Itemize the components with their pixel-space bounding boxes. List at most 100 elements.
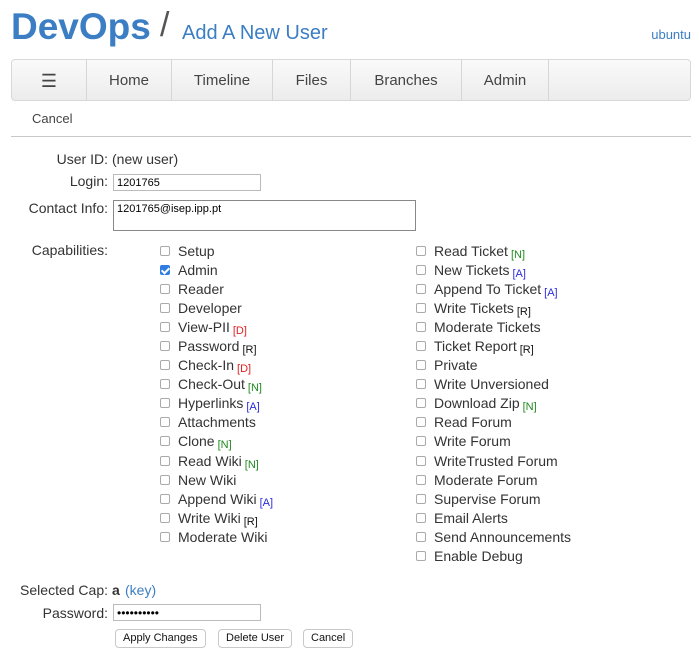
- nav-files[interactable]: Files: [273, 60, 351, 100]
- capability-checkbox[interactable]: [160, 512, 170, 523]
- capability-checkbox[interactable]: [416, 531, 426, 542]
- capability-moderate-tickets[interactable]: Moderate Tickets: [416, 317, 571, 336]
- capabilities-label: Capabilities:: [31, 242, 108, 258]
- password-label: Password:: [42, 605, 108, 621]
- capability-private[interactable]: Private: [416, 356, 571, 375]
- capability-tag: [A]: [544, 286, 558, 299]
- capability-checkbox[interactable]: [416, 474, 426, 485]
- capability-checkbox[interactable]: [160, 531, 170, 542]
- capability-write-unversioned[interactable]: Write Unversioned: [416, 375, 571, 394]
- capability-checkbox[interactable]: [160, 245, 170, 256]
- capability-checkbox[interactable]: [416, 512, 426, 523]
- capability-moderate-forum[interactable]: Moderate Forum: [416, 470, 571, 489]
- capability-label: Read Wiki: [178, 452, 242, 469]
- capability-checkbox[interactable]: [416, 551, 426, 562]
- capability-password[interactable]: Password [R]: [160, 336, 273, 356]
- capability-checkbox[interactable]: [160, 360, 170, 371]
- capability-label: New Wiki: [178, 471, 237, 488]
- capability-checkbox[interactable]: [416, 341, 426, 352]
- capability-label: Append To Ticket: [434, 280, 542, 297]
- capability-supervise-forum[interactable]: Supervise Forum: [416, 489, 571, 508]
- capability-hyperlinks[interactable]: Hyperlinks [A]: [160, 394, 273, 413]
- selected-cap-label: Selected Cap:: [20, 582, 108, 598]
- capability-checkbox[interactable]: [160, 302, 170, 313]
- user-id-label: User ID:: [56, 151, 108, 167]
- submenu-cancel-link[interactable]: Cancel: [32, 111, 72, 126]
- capability-check-out[interactable]: Check-Out [N]: [160, 375, 273, 394]
- capability-label: WriteTrusted Forum: [434, 452, 558, 469]
- capability-checkbox[interactable]: [160, 341, 170, 352]
- capability-checkbox[interactable]: [416, 417, 426, 428]
- capability-checkbox[interactable]: [160, 493, 170, 504]
- hamburger-menu-icon[interactable]: ☰: [12, 60, 87, 100]
- capability-checkbox[interactable]: [416, 455, 426, 466]
- app-logo[interactable]: DevOps: [11, 6, 151, 48]
- capability-checkbox[interactable]: [416, 360, 426, 371]
- nav-admin[interactable]: Admin: [462, 60, 549, 100]
- delete-user-button[interactable]: Delete User: [218, 629, 293, 648]
- password-input[interactable]: [113, 604, 261, 621]
- capability-checkbox[interactable]: [160, 283, 170, 294]
- capability-developer[interactable]: Developer: [160, 298, 273, 317]
- capability-new-tickets[interactable]: New Tickets [A]: [416, 260, 571, 280]
- capability-checkbox[interactable]: [160, 436, 170, 447]
- capability-checkbox[interactable]: [160, 264, 170, 275]
- capability-label: Clone: [178, 433, 215, 450]
- nav-timeline[interactable]: Timeline: [172, 60, 273, 100]
- capability-checkbox[interactable]: [416, 436, 426, 447]
- capability-check-in[interactable]: Check-In [D]: [160, 356, 273, 375]
- capability-attachments[interactable]: Attachments: [160, 413, 273, 432]
- capability-tag: [N]: [247, 382, 262, 395]
- capability-checkbox[interactable]: [416, 302, 426, 313]
- capability-append-wiki[interactable]: Append Wiki [A]: [160, 489, 273, 509]
- capability-tag: [A]: [512, 267, 526, 280]
- capability-label: Admin: [178, 261, 218, 278]
- nav-branches[interactable]: Branches: [351, 60, 462, 100]
- capability-checkbox[interactable]: [160, 455, 170, 466]
- capability-label: Reader: [178, 280, 224, 297]
- user-id-value: (new user): [112, 151, 179, 167]
- capability-checkbox[interactable]: [416, 283, 426, 294]
- user-link[interactable]: ubuntu: [651, 27, 691, 42]
- capability-admin[interactable]: Admin: [160, 260, 273, 279]
- login-label: Login:: [69, 173, 108, 189]
- selected-cap-key-link[interactable]: (key): [125, 582, 156, 598]
- capability-checkbox[interactable]: [160, 417, 170, 428]
- capability-send-announcements[interactable]: Send Announcements: [416, 527, 571, 546]
- capability-setup[interactable]: Setup: [160, 241, 273, 260]
- capability-read-ticket[interactable]: Read Ticket [N]: [416, 241, 571, 261]
- capability-append-to-ticket[interactable]: Append To Ticket [A]: [416, 279, 571, 299]
- capability-enable-debug[interactable]: Enable Debug: [416, 547, 571, 566]
- capability-reader[interactable]: Reader: [160, 279, 273, 298]
- capability-checkbox[interactable]: [416, 398, 426, 409]
- divider: [11, 136, 691, 137]
- capability-write-wiki[interactable]: Write Wiki [R]: [160, 508, 273, 528]
- capability-clone[interactable]: Clone [N]: [160, 432, 273, 451]
- login-input[interactable]: [113, 174, 261, 191]
- capability-checkbox[interactable]: [416, 321, 426, 332]
- capability-checkbox[interactable]: [416, 264, 426, 275]
- capability-read-wiki[interactable]: Read Wiki [N]: [160, 451, 273, 471]
- apply-changes-button[interactable]: Apply Changes: [115, 629, 206, 648]
- contact-info-textarea[interactable]: 1201765@isep.ipp.pt: [113, 200, 416, 231]
- capability-writetrusted-forum[interactable]: WriteTrusted Forum: [416, 451, 571, 470]
- capability-checkbox[interactable]: [416, 493, 426, 504]
- capability-read-forum[interactable]: Read Forum: [416, 413, 571, 432]
- capability-view-pii[interactable]: View-PII [D]: [160, 317, 273, 337]
- capability-email-alerts[interactable]: Email Alerts: [416, 508, 571, 527]
- capability-checkbox[interactable]: [416, 379, 426, 390]
- capability-download-zip[interactable]: Download Zip [N]: [416, 394, 571, 413]
- capability-new-wiki[interactable]: New Wiki: [160, 470, 273, 489]
- capability-write-forum[interactable]: Write Forum: [416, 432, 571, 451]
- capability-checkbox[interactable]: [160, 379, 170, 390]
- capability-checkbox[interactable]: [160, 474, 170, 485]
- capability-moderate-wiki[interactable]: Moderate Wiki: [160, 527, 273, 546]
- capability-label: Write Tickets: [434, 299, 514, 316]
- cancel-button[interactable]: Cancel: [303, 629, 354, 648]
- capability-write-tickets[interactable]: Write Tickets [R]: [416, 298, 571, 318]
- capability-ticket-report[interactable]: Ticket Report [R]: [416, 336, 571, 356]
- capability-checkbox[interactable]: [160, 398, 170, 409]
- nav-home[interactable]: Home: [87, 60, 172, 100]
- capability-checkbox[interactable]: [160, 321, 170, 332]
- capability-checkbox[interactable]: [416, 245, 426, 256]
